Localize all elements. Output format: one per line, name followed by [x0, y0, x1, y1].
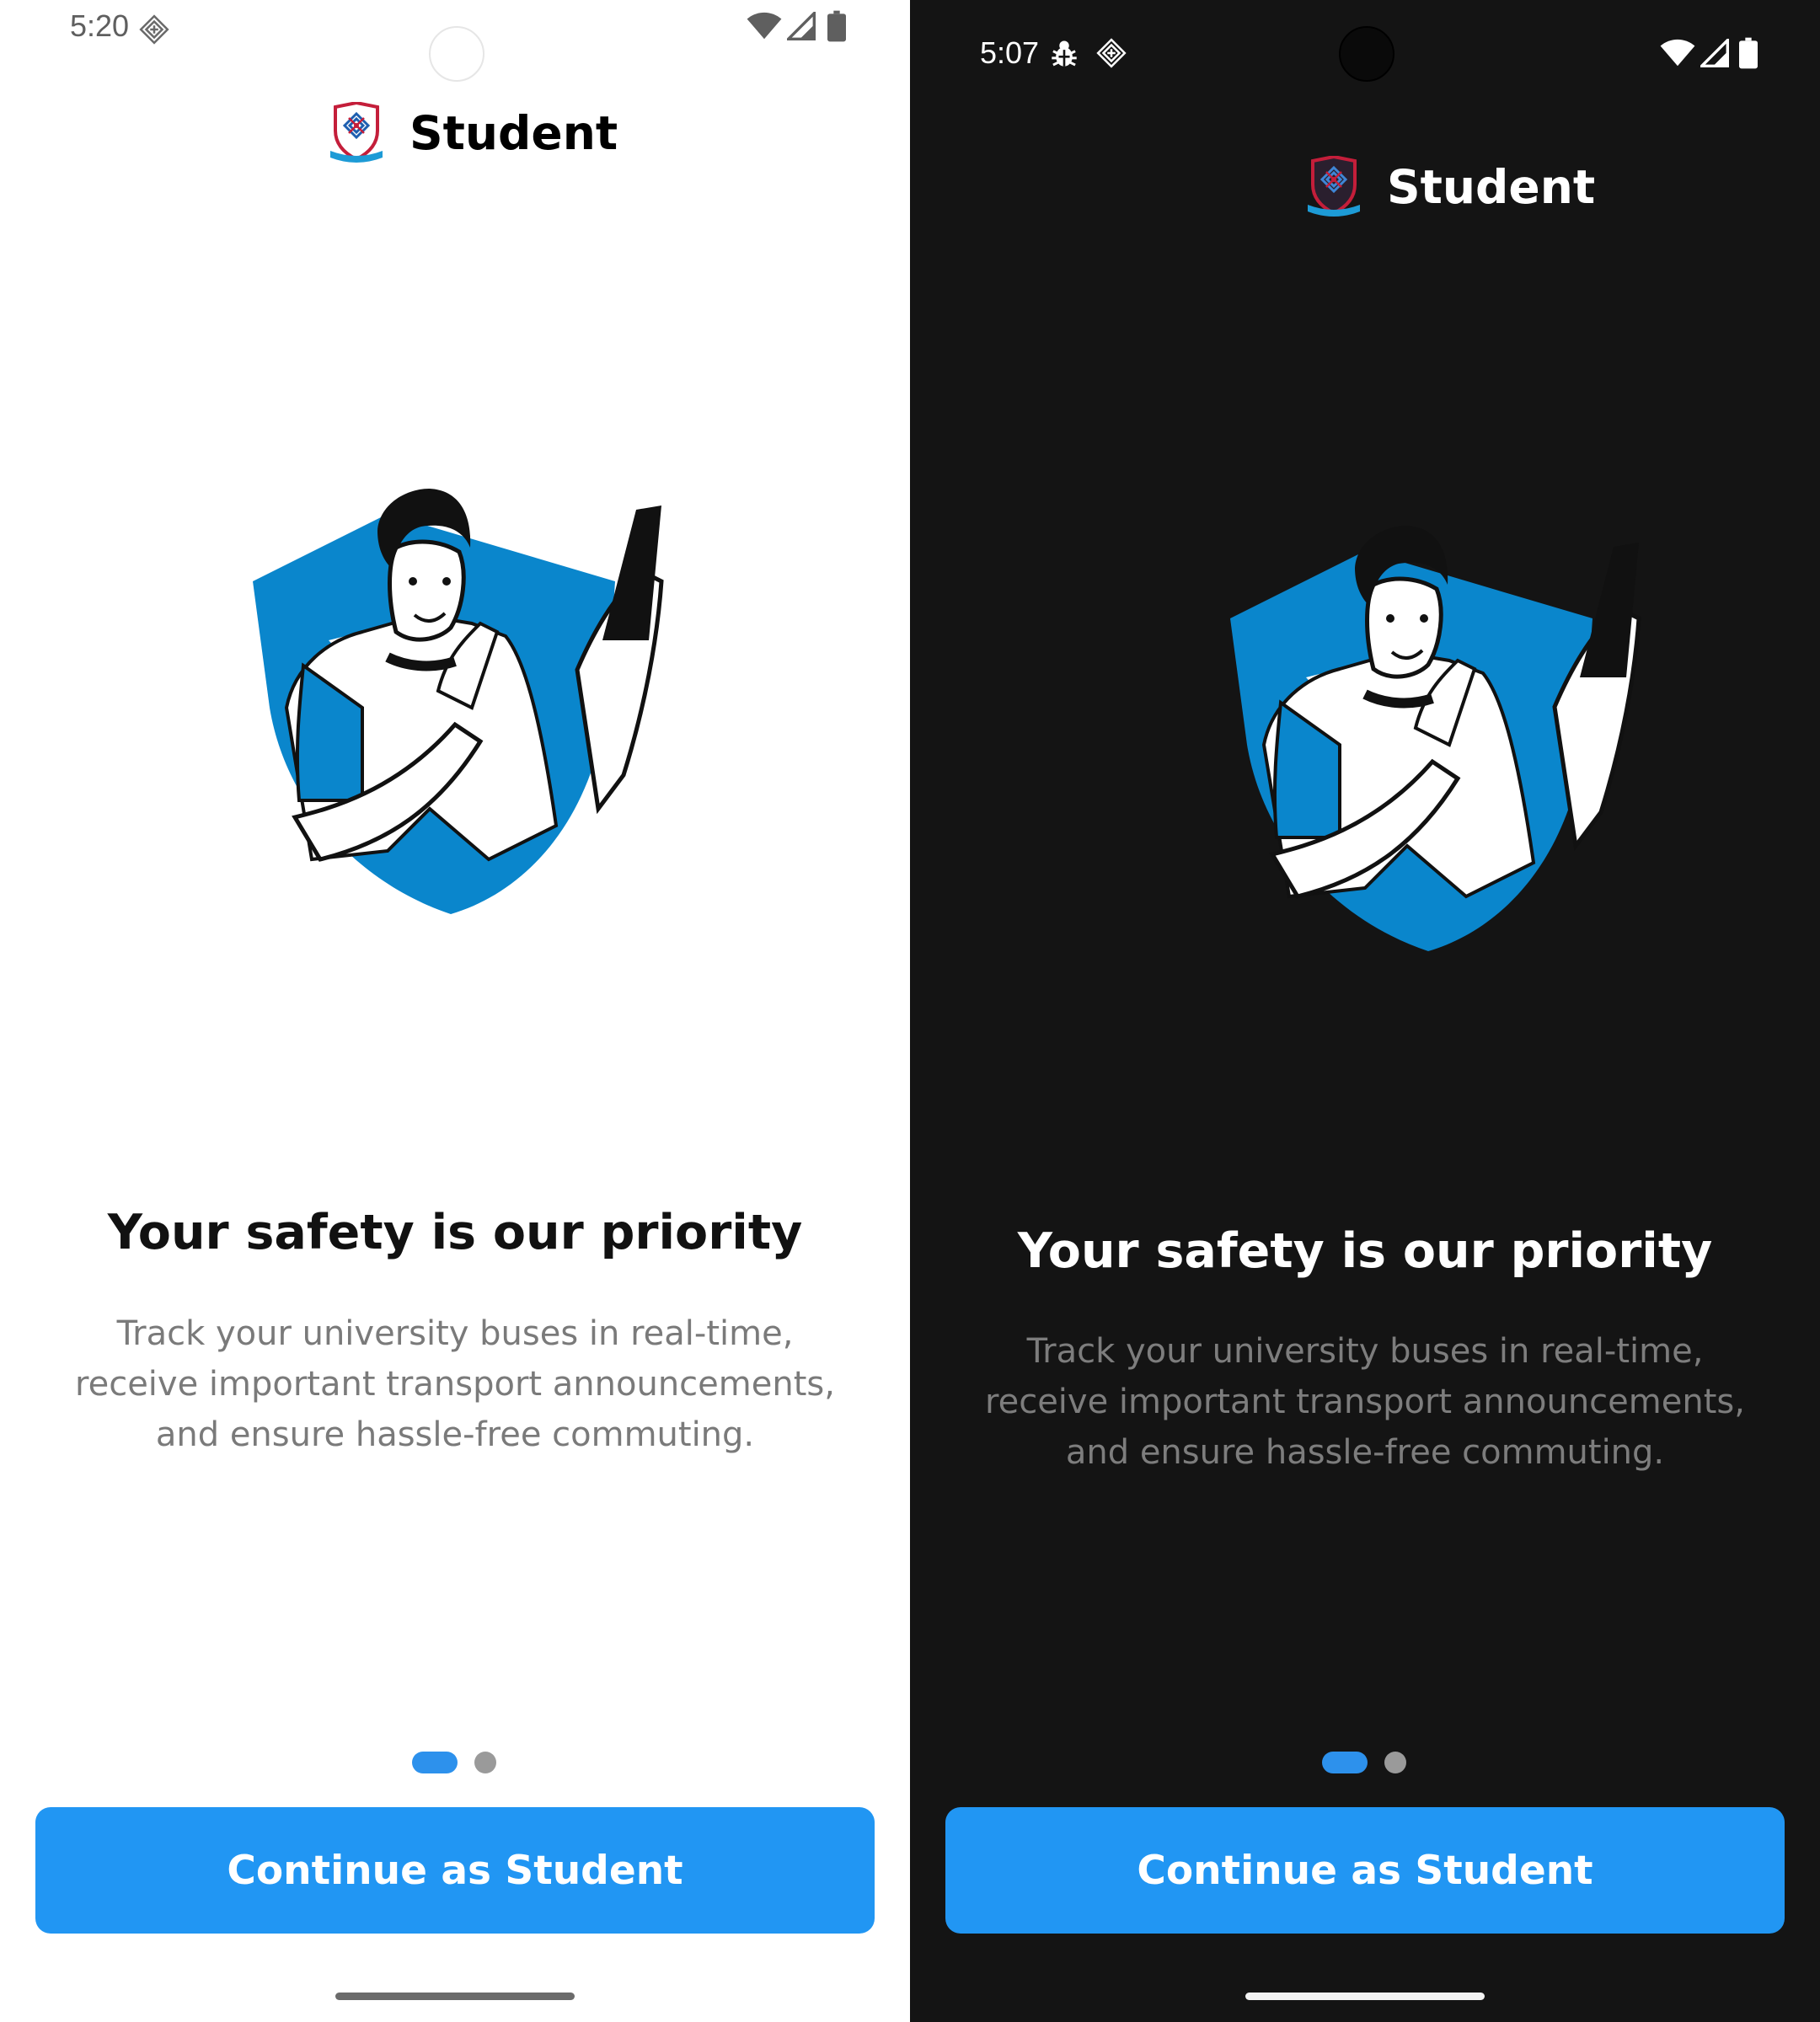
page-indicator [910, 1750, 1820, 1773]
header-title: Student [1387, 160, 1596, 214]
battery-icon [827, 10, 846, 42]
page-indicator-dot-active[interactable] [1322, 1752, 1368, 1773]
university-crest-logo [330, 102, 383, 163]
light-mode-screen: 5:20 Student Your safety is our priority… [0, 0, 910, 2022]
page-indicator-dot[interactable] [474, 1752, 496, 1773]
signal-icon [787, 12, 816, 40]
page-indicator-dot[interactable] [1384, 1752, 1406, 1773]
continue-as-student-button[interactable]: Continue as Student [35, 1807, 875, 1934]
student-safety-illustration [253, 489, 664, 914]
app-header: Student [910, 145, 1820, 229]
wifi-icon [747, 12, 782, 40]
page-indicator-dot-active[interactable] [412, 1752, 458, 1773]
home-indicator[interactable] [335, 1993, 575, 2000]
wifi-icon [1660, 39, 1695, 67]
app-notification-icon [139, 14, 169, 45]
onboarding-description: Track your university buses in real-time… [75, 1314, 835, 1454]
status-time: 5:20 [70, 8, 130, 43]
app-header: Student [0, 91, 910, 175]
onboarding-heading: Your safety is our priority [107, 1205, 803, 1260]
page-indicator [0, 1750, 910, 1773]
status-time: 5:07 [980, 35, 1040, 70]
signal-icon [1700, 39, 1729, 67]
onboarding-heading: Your safety is our priority [1017, 1223, 1713, 1279]
battery-icon [1739, 37, 1758, 69]
home-indicator[interactable] [1245, 1993, 1485, 2000]
student-safety-illustration [1230, 526, 1641, 951]
university-crest-logo [1308, 156, 1360, 217]
bug-icon [1052, 40, 1077, 67]
front-camera-cutout [1339, 26, 1394, 82]
dark-mode-screen: 5:07 Student Your safety is our priority… [910, 0, 1820, 2022]
front-camera-cutout [429, 26, 484, 82]
header-title: Student [410, 106, 618, 160]
onboarding-description: Track your university buses in real-time… [985, 1332, 1745, 1472]
continue-as-student-button[interactable]: Continue as Student [945, 1807, 1785, 1934]
app-notification-icon [1096, 38, 1127, 68]
